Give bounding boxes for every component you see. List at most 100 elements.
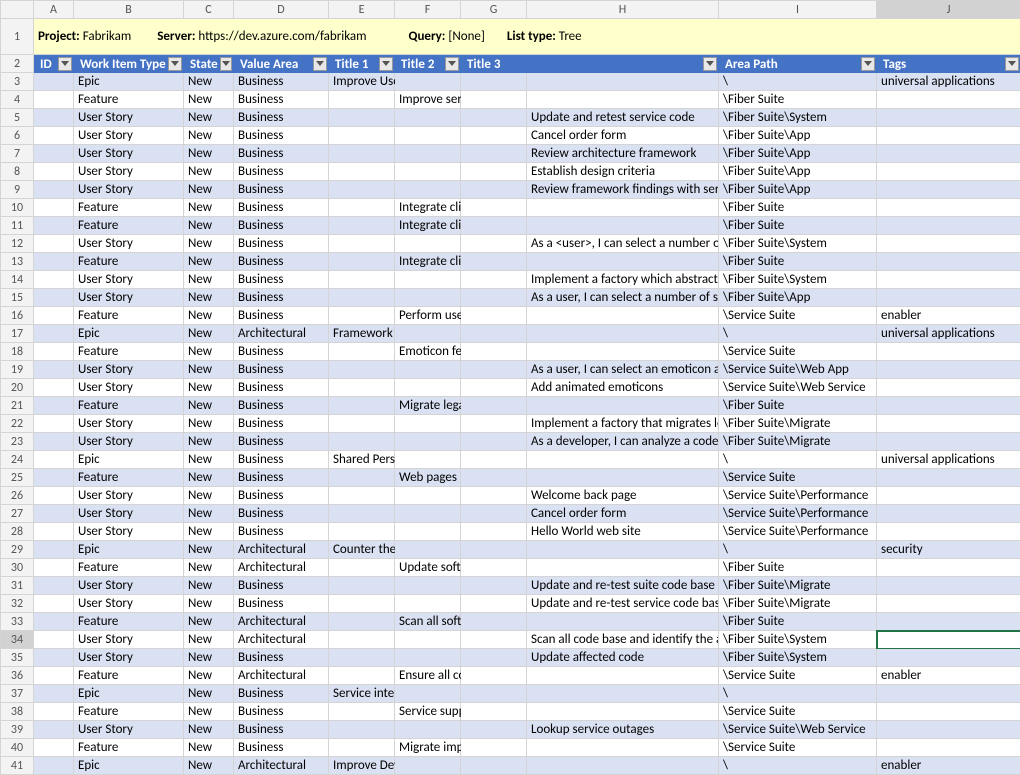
cell-21-id[interactable] [34,397,74,415]
cell-13-tags[interactable] [877,253,1020,271]
cell-31-wit[interactable]: User Story [74,577,184,595]
cell-28-t2[interactable] [395,523,461,541]
cell-15-wit[interactable]: User Story [74,289,184,307]
cell-40-t2[interactable]: Migrate impact of low coverage areas [395,739,461,757]
row-head-14[interactable]: 14 [1,271,34,289]
col-head-C[interactable]: C [184,1,234,19]
cell-32-va[interactable]: Business [234,595,329,613]
cell-34-t2[interactable] [395,631,461,649]
cell-30-state[interactable]: New [184,559,234,577]
cell-5-wit[interactable]: User Story [74,109,184,127]
cell-8-t1[interactable] [329,163,395,181]
cell-16-t1[interactable] [329,307,395,325]
cell-3-t1[interactable]: Improve User Experience [329,73,395,91]
cell-8-t3[interactable]: Establish design criteria [527,163,719,181]
row-head-39[interactable]: 39 [1,721,34,739]
cell-36-gap[interactable] [461,667,527,685]
cell-31-t1[interactable] [329,577,395,595]
cell-3-t2[interactable] [395,73,461,91]
cell-28-va[interactable]: Business [234,523,329,541]
cell-12-t3[interactable]: As a <user>, I can select a number of el… [527,235,719,253]
header-title1-filter[interactable] [379,57,393,71]
header-area-path-filter[interactable] [861,57,875,71]
cell-5-va[interactable]: Business [234,109,329,127]
cell-19-tags[interactable] [877,361,1020,379]
row-head-22[interactable]: 22 [1,415,34,433]
cell-37-id[interactable] [34,685,74,703]
cell-18-wit[interactable]: Feature [74,343,184,361]
cell-19-area[interactable]: \Service Suite\Web App [719,361,877,379]
cell-26-tags[interactable] [877,487,1020,505]
cell-29-tags[interactable]: security [877,541,1020,559]
cell-9-t2[interactable] [395,181,461,199]
cell-7-va[interactable]: Business [234,145,329,163]
cell-9-wit[interactable]: User Story [74,181,184,199]
cell-6-id[interactable] [34,127,74,145]
cell-25-t2[interactable]: Web pages [395,469,461,487]
cell-34-gap[interactable] [461,631,527,649]
cell-33-tags[interactable] [877,613,1020,631]
cell-41-wit[interactable]: Epic [74,757,184,775]
cell-4-t1[interactable] [329,91,395,109]
cell-35-wit[interactable]: User Story [74,649,184,667]
cell-16-area[interactable]: \Service Suite [719,307,877,325]
row-head-7[interactable]: 7 [1,145,34,163]
cell-23-state[interactable]: New [184,433,234,451]
row-head-40[interactable]: 40 [1,739,34,757]
cell-13-gap[interactable] [461,253,527,271]
cell-3-va[interactable]: Business [234,73,329,91]
cell-33-state[interactable]: New [184,613,234,631]
cell-22-wit[interactable]: User Story [74,415,184,433]
row-head-32[interactable]: 32 [1,595,34,613]
cell-9-id[interactable] [34,181,74,199]
cell-35-gap[interactable] [461,649,527,667]
cell-31-t2[interactable] [395,577,461,595]
cell-23-t1[interactable] [329,433,395,451]
cell-17-state[interactable]: New [184,325,234,343]
cell-12-id[interactable] [34,235,74,253]
cell-10-va[interactable]: Business [234,199,329,217]
cell-11-state[interactable]: New [184,217,234,235]
cell-12-gap[interactable] [461,235,527,253]
cell-31-id[interactable] [34,577,74,595]
cell-14-tags[interactable] [877,271,1020,289]
cell-40-va[interactable]: Business [234,739,329,757]
cell-18-t1[interactable] [329,343,395,361]
cell-33-t3[interactable] [527,613,719,631]
cell-20-gap[interactable] [461,379,527,397]
row-head-19[interactable]: 19 [1,361,34,379]
cell-8-gap[interactable] [461,163,527,181]
cell-29-area[interactable]: \ [719,541,877,559]
cell-4-state[interactable]: New [184,91,234,109]
cell-29-t1[interactable]: Counter the Heartbleed web security bug [329,541,395,559]
row-head-4[interactable]: 4 [1,91,34,109]
cell-16-state[interactable]: New [184,307,234,325]
cell-35-t3[interactable]: Update affected code [527,649,719,667]
cell-22-t1[interactable] [329,415,395,433]
cell-7-tags[interactable] [877,145,1020,163]
cell-9-tags[interactable] [877,181,1020,199]
cell-20-area[interactable]: \Service Suite\Web Service [719,379,877,397]
cell-30-va[interactable]: Architectural [234,559,329,577]
cell-36-t2[interactable]: Ensure all compliance requirements are m… [395,667,461,685]
cell-39-va[interactable]: Business [234,721,329,739]
cell-11-id[interactable] [34,217,74,235]
cell-13-area[interactable]: \Fiber Suite [719,253,877,271]
cell-19-va[interactable]: Business [234,361,329,379]
cell-31-state[interactable]: New [184,577,234,595]
cell-21-t2[interactable]: Migrate legacy code to portable framewor… [395,397,461,415]
cell-36-id[interactable] [34,667,74,685]
cell-3-area[interactable]: \ [719,73,877,91]
col-head-E[interactable]: E [329,1,395,19]
cell-5-t2[interactable] [395,109,461,127]
cell-26-t1[interactable] [329,487,395,505]
cell-18-t2[interactable]: Emoticon feedback enabled in client appl… [395,343,461,361]
cell-7-gap[interactable] [461,145,527,163]
cell-39-area[interactable]: \Service Suite\Web Service [719,721,877,739]
cell-38-state[interactable]: New [184,703,234,721]
cell-37-t1[interactable]: Service interfaces to support REST API [329,685,395,703]
cell-19-t3[interactable]: As a user, I can select an emoticon and … [527,361,719,379]
cell-34-state[interactable]: New [184,631,234,649]
cell-11-area[interactable]: \Fiber Suite [719,217,877,235]
cell-30-wit[interactable]: Feature [74,559,184,577]
